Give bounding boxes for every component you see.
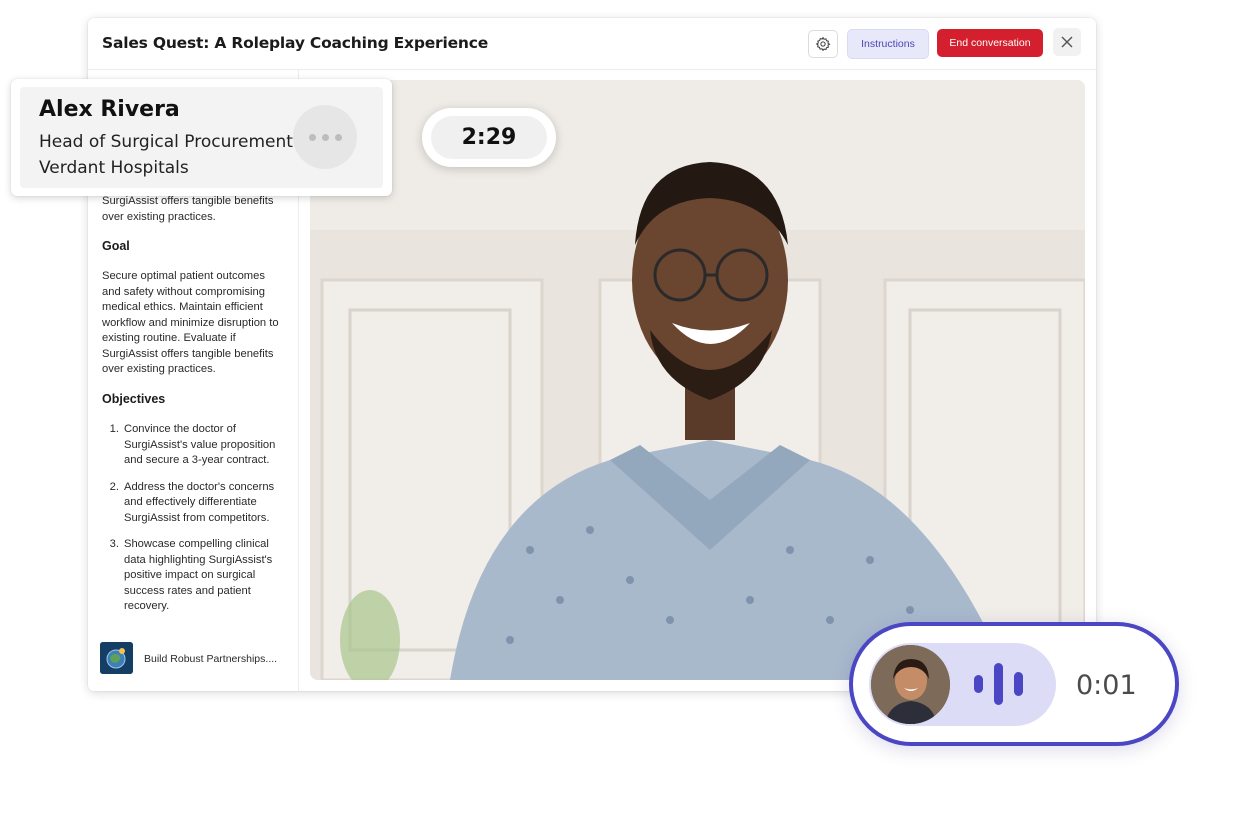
close-button[interactable]	[1053, 28, 1081, 56]
goal-heading: Goal	[102, 239, 130, 253]
module-title[interactable]: Build Robust Partnerships....	[144, 653, 277, 665]
audio-wave-icon	[974, 663, 1023, 705]
intro-text: SurgiAssist offers tangible benefits ove…	[102, 195, 274, 223]
persona-organization: Verdant Hospitals	[39, 158, 189, 178]
instructions-button[interactable]: Instructions	[847, 29, 929, 59]
objective-item: 1. Convince the doctor of SurgiAssist's …	[109, 423, 276, 466]
end-conversation-button[interactable]: End conversation	[937, 29, 1043, 57]
page-title: Sales Quest: A Roleplay Coaching Experie…	[102, 34, 489, 52]
settings-button[interactable]	[808, 30, 838, 58]
persona-card: Alex Rivera Head of Surgical Procurement…	[11, 79, 392, 196]
persona-card-inner: Alex Rivera Head of Surgical Procurement…	[20, 87, 383, 188]
avatar-video	[310, 80, 1085, 680]
gear-icon	[815, 36, 831, 52]
timer-value: 2:29	[431, 116, 547, 159]
goal-text: Secure optimal patient outcomes and safe…	[102, 270, 279, 375]
persona-name: Alex Rivera	[39, 97, 180, 122]
module-thumbnail[interactable]	[100, 642, 133, 674]
persona-role: Head of Surgical Procurement	[39, 132, 293, 152]
recording-time: 0:01	[1076, 670, 1137, 701]
countdown-timer: 2:29	[422, 108, 556, 167]
typing-indicator-icon	[293, 105, 357, 169]
close-icon	[1061, 36, 1073, 48]
recorder-track	[869, 643, 1056, 726]
avatar-video-image	[310, 80, 1085, 680]
avatar	[871, 645, 950, 724]
header: Sales Quest: A Roleplay Coaching Experie…	[88, 18, 1096, 70]
objectives-list: 1. Convince the doctor of SurgiAssist's …	[102, 422, 288, 626]
objective-item: 3. Showcase compelling clinical data hig…	[109, 538, 273, 612]
objective-item: 2. Address the doctor's concerns and eff…	[109, 480, 275, 524]
objectives-heading: Objectives	[102, 392, 166, 406]
voice-recorder[interactable]: 0:01	[849, 622, 1179, 746]
